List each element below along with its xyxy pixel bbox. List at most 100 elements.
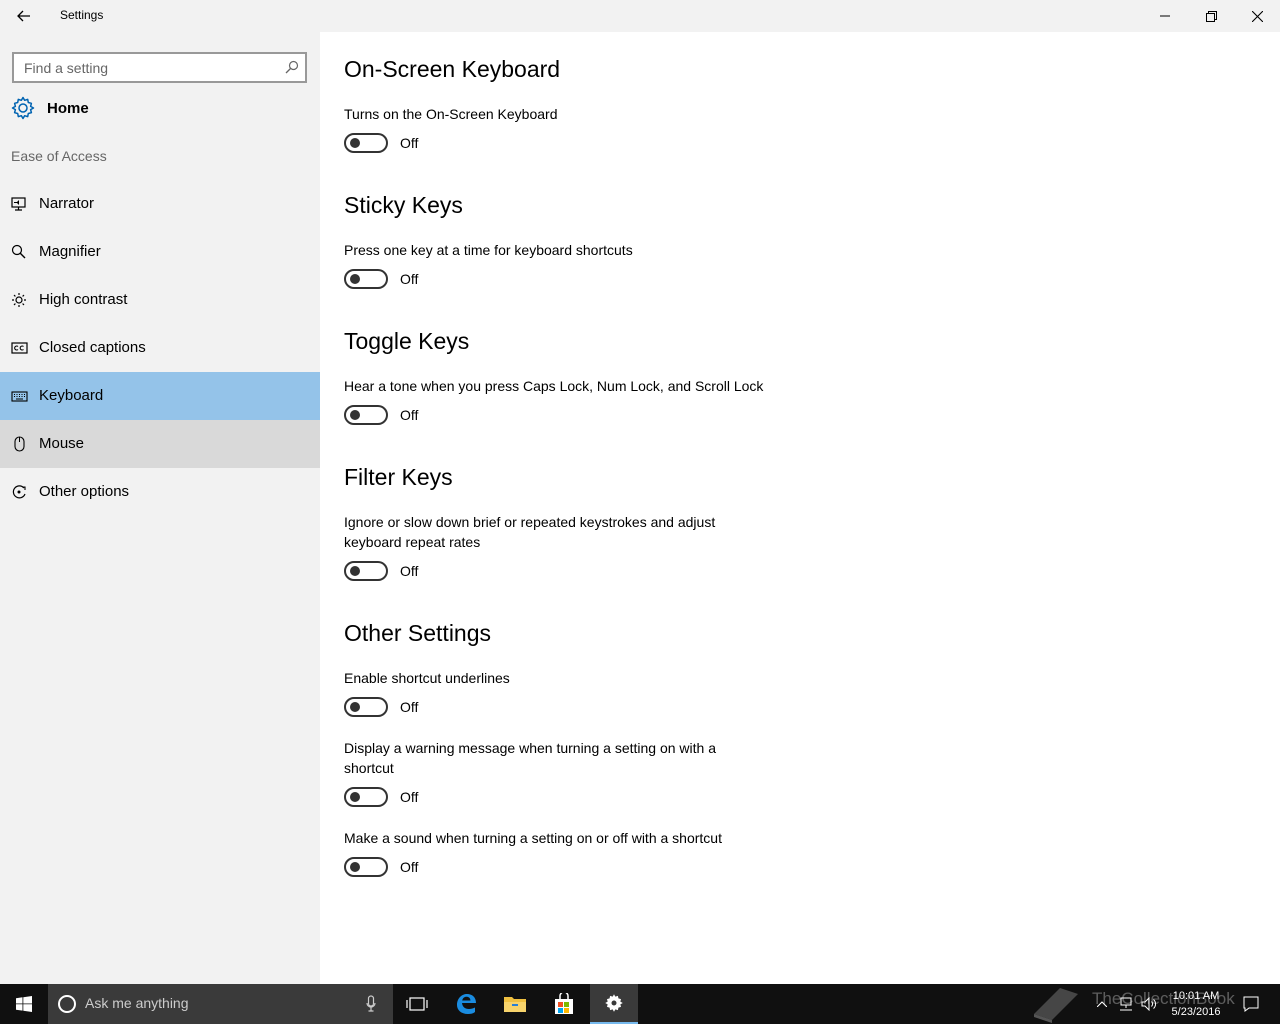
restore-button[interactable] xyxy=(1188,0,1234,32)
task-view-button[interactable] xyxy=(393,984,441,1024)
section-heading: Toggle Keys xyxy=(344,328,470,354)
clock-time: 10:01 AM xyxy=(1172,990,1220,1002)
toggle-state: Off xyxy=(400,271,419,287)
toggle-track[interactable] xyxy=(344,133,388,153)
category-label: Ease of Access xyxy=(11,148,107,164)
action-center-button[interactable] xyxy=(1238,984,1264,1024)
shortcut-underlines-toggle[interactable]: Off xyxy=(344,697,444,719)
clock[interactable]: 10:01 AM 5/23/2016 xyxy=(1158,988,1234,1020)
home-label: Home xyxy=(47,100,89,117)
cortana-placeholder: Ask me anything xyxy=(85,995,189,1011)
search-input[interactable]: Find a setting xyxy=(12,52,307,83)
close-button[interactable] xyxy=(1234,0,1280,32)
other-options-icon xyxy=(12,485,26,499)
back-arrow-icon xyxy=(17,10,30,22)
start-button[interactable] xyxy=(0,984,48,1024)
volume-icon xyxy=(1141,997,1156,1011)
toggle-knob xyxy=(350,792,360,802)
toggle-knob xyxy=(350,702,360,712)
task-view-icon xyxy=(406,997,428,1011)
magnifier-icon xyxy=(11,244,26,259)
toggle-track[interactable] xyxy=(344,697,388,717)
edge-browser-button[interactable] xyxy=(442,984,490,1024)
gear-icon xyxy=(605,994,623,1012)
closed-captions-icon xyxy=(11,342,28,354)
toggle-state: Off xyxy=(400,563,419,579)
section-heading: Sticky Keys xyxy=(344,192,463,218)
network-button[interactable] xyxy=(1116,984,1136,1024)
sidebar-item-other-options[interactable]: Other options xyxy=(0,468,320,516)
sidebar-item-label: Magnifier xyxy=(39,243,101,260)
toggle-track[interactable] xyxy=(344,269,388,289)
sidebar-item-label: Other options xyxy=(39,483,130,500)
toggle-knob xyxy=(350,410,360,420)
sidebar-item-narrator[interactable]: Narrator xyxy=(0,180,320,228)
back-button[interactable] xyxy=(0,0,48,32)
chevron-up-icon xyxy=(1097,1001,1107,1007)
toggle-knob xyxy=(350,274,360,284)
folder-icon xyxy=(504,997,526,1012)
toggle-state: Off xyxy=(400,699,419,715)
close-icon xyxy=(1251,10,1263,22)
sidebar-item-mouse[interactable]: Mouse xyxy=(0,420,320,468)
high-contrast-icon xyxy=(12,293,26,307)
setting-description: Make a sound when turning a setting on o… xyxy=(344,830,722,846)
setting-description: Ignore or slow down brief or repeated ke… xyxy=(344,514,716,550)
file-explorer-button[interactable] xyxy=(491,984,539,1024)
toggle-state: Off xyxy=(400,407,419,423)
setting-description: Enable shortcut underlines xyxy=(344,670,510,686)
cortana-search-box[interactable]: Ask me anything xyxy=(48,984,393,1024)
warning-message-toggle[interactable]: Off xyxy=(344,787,444,809)
mouse-icon xyxy=(14,436,25,452)
microphone-icon[interactable] xyxy=(366,995,376,1013)
sidebar-item-magnifier[interactable]: Magnifier xyxy=(0,228,320,276)
toggle-track[interactable] xyxy=(344,561,388,581)
setting-description: Turns on the On-Screen Keyboard xyxy=(344,106,558,122)
minimize-icon xyxy=(1160,15,1170,17)
setting-description: Press one key at a time for keyboard sho… xyxy=(344,242,633,258)
home-link[interactable]: Home xyxy=(0,88,320,128)
narrator-icon xyxy=(11,197,26,211)
store-icon xyxy=(555,993,573,1014)
sticky-keys-toggle[interactable]: Off xyxy=(344,269,444,291)
sidebar-item-high-contrast[interactable]: High contrast xyxy=(0,276,320,324)
sidebar-item-label: Narrator xyxy=(39,195,95,212)
toggle-track[interactable] xyxy=(344,787,388,807)
keyboard-icon xyxy=(11,391,28,402)
sidebar-item-keyboard[interactable]: Keyboard xyxy=(0,372,320,420)
sidebar: Find a setting Home Ease of Access Narra… xyxy=(0,32,320,984)
edge-icon xyxy=(457,994,476,1014)
notifications-icon xyxy=(1243,996,1259,1012)
toggle-knob xyxy=(350,862,360,872)
window-title: Settings xyxy=(60,8,104,22)
store-button[interactable] xyxy=(540,984,588,1024)
gear-icon xyxy=(11,96,35,120)
title-bar: Settings xyxy=(0,0,1280,32)
volume-button[interactable] xyxy=(1138,984,1160,1024)
clock-date: 5/23/2016 xyxy=(1171,1006,1221,1018)
windows-logo-icon xyxy=(16,996,32,1012)
toggle-track[interactable] xyxy=(344,405,388,425)
sidebar-item-label: Keyboard xyxy=(39,387,104,404)
show-hidden-icons-button[interactable] xyxy=(1092,984,1112,1024)
setting-description: Hear a tone when you press Caps Lock, Nu… xyxy=(344,378,764,394)
network-icon xyxy=(1120,997,1132,1011)
setting-description: Display a warning message when turning a… xyxy=(344,740,716,776)
toggle-knob xyxy=(350,566,360,576)
toggle-state: Off xyxy=(400,859,419,875)
sidebar-item-closed-captions[interactable]: Closed captions xyxy=(0,324,320,372)
toggle-keys-toggle[interactable]: Off xyxy=(344,405,444,427)
settings-taskbar-button[interactable] xyxy=(590,984,638,1024)
minimize-button[interactable] xyxy=(1142,0,1188,32)
toggle-state: Off xyxy=(400,789,419,805)
sidebar-item-label: Closed captions xyxy=(39,339,146,356)
sidebar-item-label: High contrast xyxy=(39,291,128,308)
shortcut-sound-toggle[interactable]: Off xyxy=(344,857,444,879)
settings-content: On-Screen Keyboard Turns on the On-Scree… xyxy=(320,32,1280,984)
filter-keys-toggle[interactable]: Off xyxy=(344,561,444,583)
sidebar-item-label: Mouse xyxy=(39,435,85,452)
toggle-track[interactable] xyxy=(344,857,388,877)
toggle-knob xyxy=(350,138,360,148)
cortana-icon xyxy=(58,995,76,1013)
on-screen-keyboard-toggle[interactable]: Off xyxy=(344,133,444,155)
